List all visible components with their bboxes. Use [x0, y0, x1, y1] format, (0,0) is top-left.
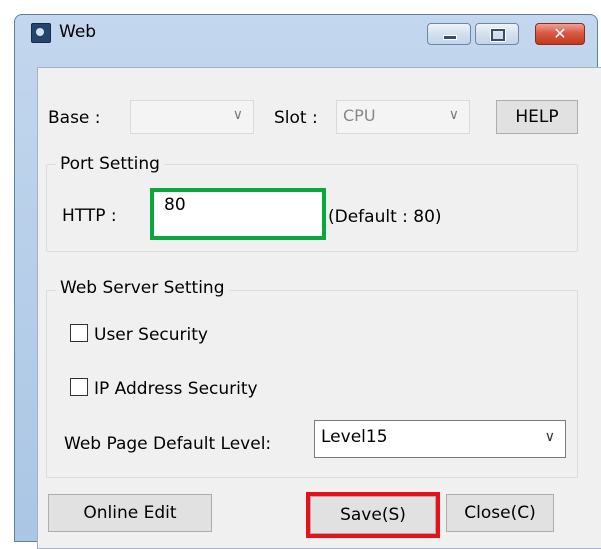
web-server-setting-title: Web Server Setting	[56, 278, 229, 298]
http-port-input[interactable]: 80	[150, 188, 326, 240]
dialog-window: Web ✕ Base : ∨ Slot : CPU ∨ HELP Port Se…	[14, 14, 601, 549]
slot-value: CPU	[343, 106, 376, 125]
maximize-button[interactable]	[475, 23, 519, 45]
http-port-value: 80	[164, 195, 186, 215]
chevron-down-icon: ∨	[448, 107, 459, 123]
online-edit-button[interactable]: Online Edit	[48, 494, 212, 532]
background-strip	[0, 0, 12, 544]
dialog-body: Base : ∨ Slot : CPU ∨ HELP Port Setting …	[37, 67, 601, 549]
help-button[interactable]: HELP	[496, 100, 578, 134]
user-security-label[interactable]: User Security	[94, 325, 208, 345]
default-level-value: Level15	[321, 427, 388, 447]
slot-combo[interactable]: CPU ∨	[336, 100, 470, 134]
close-icon: ✕	[553, 24, 567, 43]
user-security-checkbox[interactable]	[70, 324, 88, 342]
http-label: HTTP :	[62, 206, 117, 226]
chevron-down-icon: ∨	[232, 107, 243, 123]
base-label: Base :	[48, 108, 101, 128]
close-button[interactable]: Close(C)	[446, 494, 554, 532]
slot-label: Slot :	[274, 108, 318, 128]
app-icon	[31, 23, 51, 43]
chevron-down-icon: ∨	[544, 429, 555, 445]
save-button[interactable]: Save(S)	[306, 492, 440, 538]
close-window-button[interactable]: ✕	[535, 23, 585, 45]
default-level-select[interactable]: Level15 ∨	[314, 420, 566, 458]
ip-security-label[interactable]: IP Address Security	[94, 379, 258, 399]
default-level-label: Web Page Default Level:	[64, 434, 272, 454]
ip-security-checkbox[interactable]	[70, 378, 88, 396]
port-setting-title: Port Setting	[56, 154, 164, 174]
base-combo[interactable]: ∨	[130, 100, 254, 134]
minimize-button[interactable]	[427, 23, 471, 45]
http-default-text: (Default : 80)	[328, 207, 442, 227]
window-title: Web	[59, 22, 97, 42]
